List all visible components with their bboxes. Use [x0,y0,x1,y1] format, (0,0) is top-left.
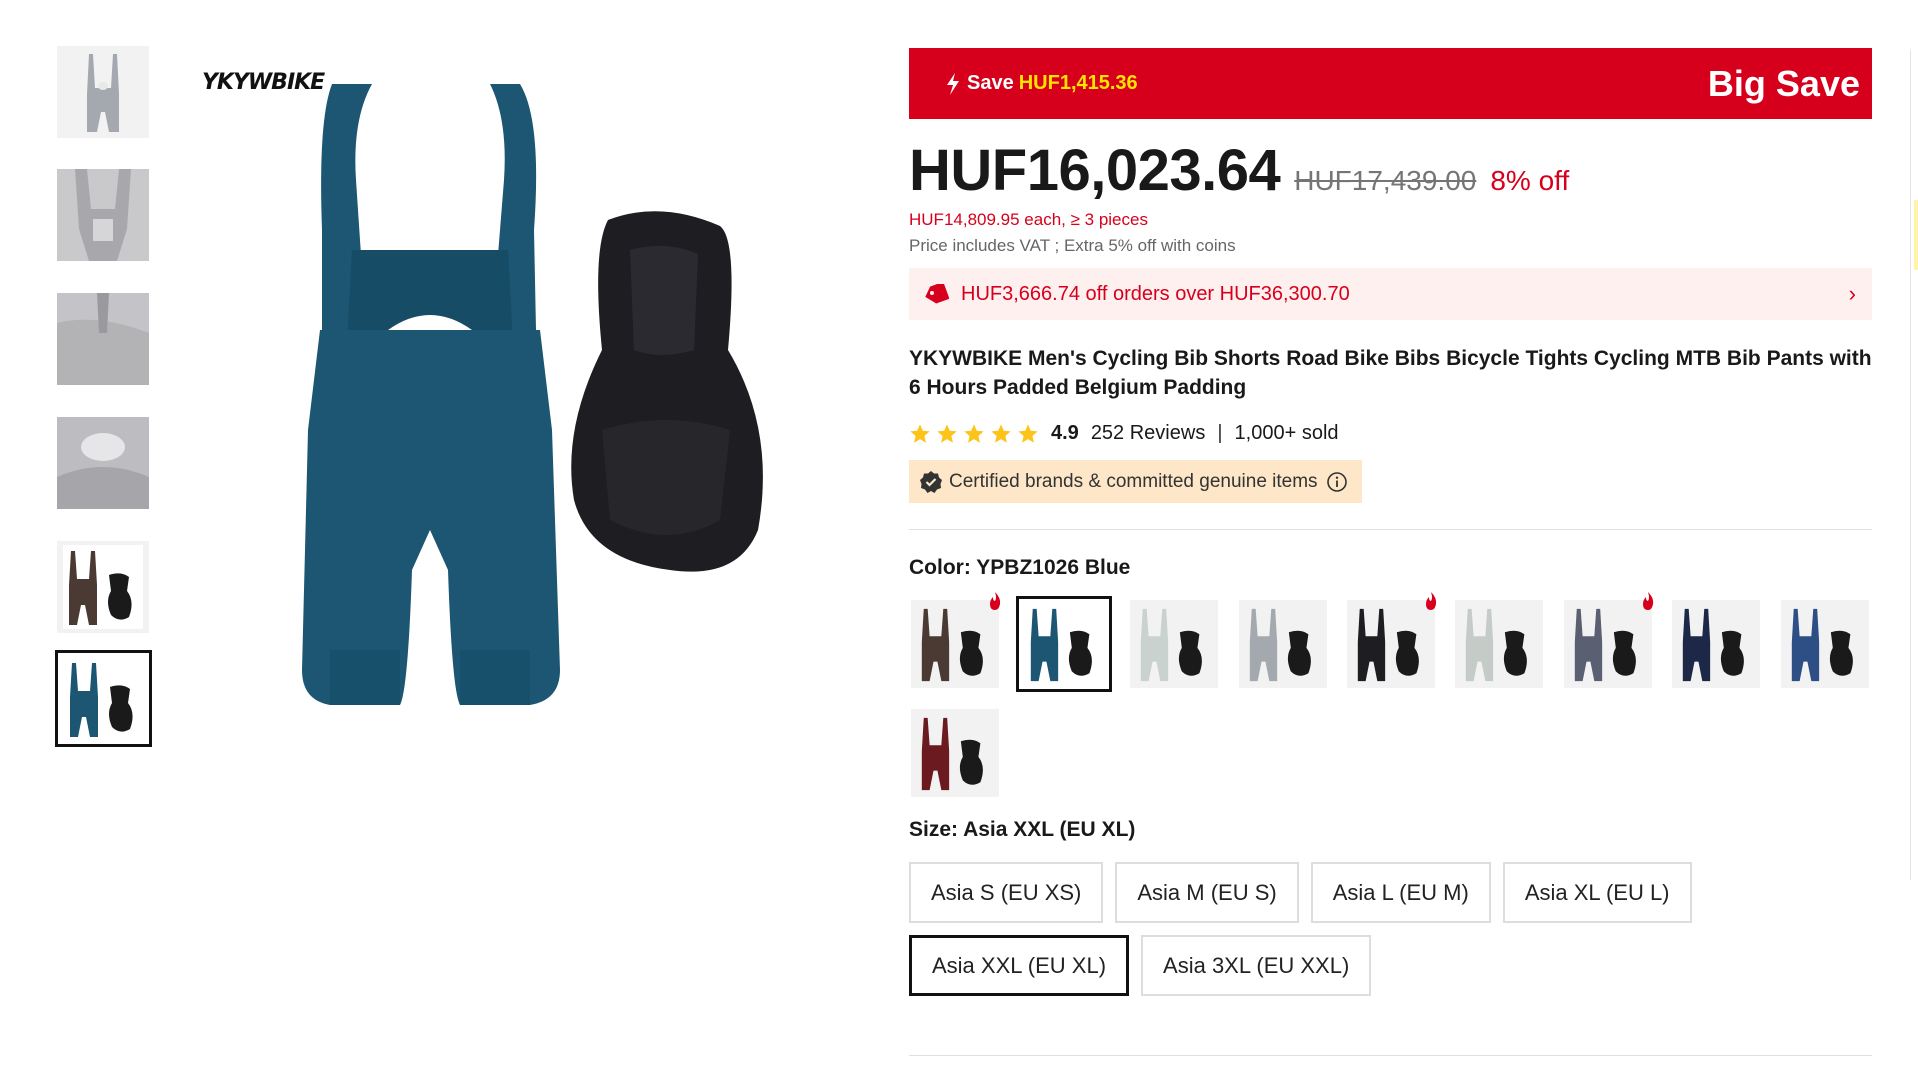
color-swatch-light-grey[interactable] [1130,600,1218,688]
vat-note: Price includes VAT ; Extra 5% off with c… [909,236,1236,255]
color-label: Color: YPBZ1026 Blue [909,556,1131,579]
black-bib-image [1357,608,1419,682]
star-icon [991,423,1011,443]
color-swatch-grey[interactable] [1239,600,1327,688]
royal-blue-bib-image [1791,608,1853,682]
color-swatch-black[interactable] [1347,592,1437,688]
grey-bib-image [87,54,119,132]
chevron-right-icon: › [1848,281,1856,306]
maroon-bib-image [921,717,983,791]
thumbnail-grey-detail-1[interactable] [57,169,149,261]
size-option-xl[interactable]: Asia XL (EU L) [1502,862,1692,923]
size-option-xxl[interactable]: Asia XXL (EU XL) [909,935,1130,996]
star-icon [910,423,930,443]
star-icon [1018,423,1038,443]
sold-count: 1,000+ sold [1234,422,1339,444]
color-swatch-maroon[interactable] [911,709,999,797]
coupon-text: HUF3,666.74 off orders over HUF36,300.70 [961,282,1350,305]
product-page: YKYWBIKE Save HUF1,415.36 Big Save HUF16… [0,0,1918,1065]
brown-bib-image [921,608,983,682]
light-grey-bib-image [1140,608,1202,682]
main-product-image[interactable]: YKYWBIKE [190,50,810,730]
bulk-price-note: HUF14,809.95 each, ≥ 3 pieces [909,210,1148,229]
page-scrollbar[interactable] [1910,50,1918,880]
bottom-divider [909,1055,1872,1056]
hot-flame-icon [990,592,1001,610]
promo-banner: Save HUF1,415.36 Big Save [909,48,1872,119]
color-swatch-navy[interactable] [1672,600,1760,688]
thumbnail-grey-detail-2[interactable] [57,293,149,385]
teal-bib-image [69,662,133,737]
hot-flame-icon [1643,592,1654,610]
certified-text: Certified brands & committed genuine ite… [949,470,1318,492]
original-price: HUF17,439.00 [1294,165,1477,196]
size-option-l[interactable]: Asia L (EU M) [1310,862,1491,923]
lightning-icon [947,72,959,95]
reviews-link[interactable]: 252 Reviews [1091,422,1206,445]
navy-bib-image [1682,608,1744,682]
promo-save: Save HUF1,415.36 [945,72,1138,95]
thumbnail-brown-bib[interactable] [57,541,149,633]
product-info: Save HUF1,415.36 Big Save HUF16,023.64 H… [909,48,1872,996]
rating-score: 4.9 [1051,422,1079,444]
promo-save-label: Save [967,72,1014,94]
thumbnail-grey-bib[interactable] [57,46,149,138]
color-swatch-royal-blue[interactable] [1781,600,1869,688]
price-row: HUF16,023.64 HUF17,439.00 8% off [909,137,1872,204]
thumbnail-grey-detail-3[interactable] [57,417,149,509]
star-icon [964,423,984,443]
info-icon[interactable] [1326,471,1348,493]
scrollbar-thumb[interactable] [1914,200,1918,270]
hot-flame-icon [1426,592,1437,610]
certified-badge[interactable]: Certified brands & committed genuine ite… [909,460,1362,503]
product-title: YKYWBIKE Men's Cycling Bib Shorts Road B… [909,347,1872,399]
grey-fabric-detail-image [57,417,149,509]
grey-bib-image [1249,608,1311,682]
section-divider [909,529,1872,530]
brown-bib-image [63,545,143,629]
discount-percent: 8% off [1490,165,1570,196]
slate-bib-image [1574,608,1636,682]
color-swatch-slate[interactable] [1564,592,1654,688]
coupon-banner[interactable]: HUF3,666.74 off orders over HUF36,300.70… [909,268,1872,320]
teal-bib-image [1030,608,1092,682]
pale-grey-bib-image [1465,608,1527,682]
star-icon [937,423,957,443]
promo-save-value: HUF1,415.36 [1018,72,1138,94]
size-option-3xl[interactable]: Asia 3XL (EU XXL) [1141,935,1372,996]
rating-row: 4.9 252 Reviews | 1,000+ sold [909,422,1872,445]
current-price: HUF16,023.64 [909,138,1281,203]
rating-separator: | [1217,422,1223,444]
big-save-label: Big Save [1707,62,1860,104]
grey-fabric-detail-image [57,293,149,385]
size-option-s[interactable]: Asia S (EU XS) [909,862,1104,923]
thumbnail-teal-bib[interactable] [55,650,152,747]
color-swatch-teal-blue[interactable] [1016,596,1112,692]
color-swatch-pale-grey[interactable] [1455,600,1543,688]
size-options: Asia S (EU XS) Asia M (EU S) Asia L (EU … [909,862,1709,996]
bib-shorts-image [302,84,763,705]
coupon-tag-icon [925,284,949,304]
verified-badge-icon [920,470,942,493]
color-swatches [909,592,1872,808]
color-swatch-brown[interactable] [911,592,1001,688]
grey-fabric-detail-image [57,169,149,261]
size-option-m[interactable]: Asia M (EU S) [1115,862,1299,923]
rating-stars[interactable] [909,423,1039,445]
size-label: Size: Asia XXL (EU XL) [909,818,1136,841]
